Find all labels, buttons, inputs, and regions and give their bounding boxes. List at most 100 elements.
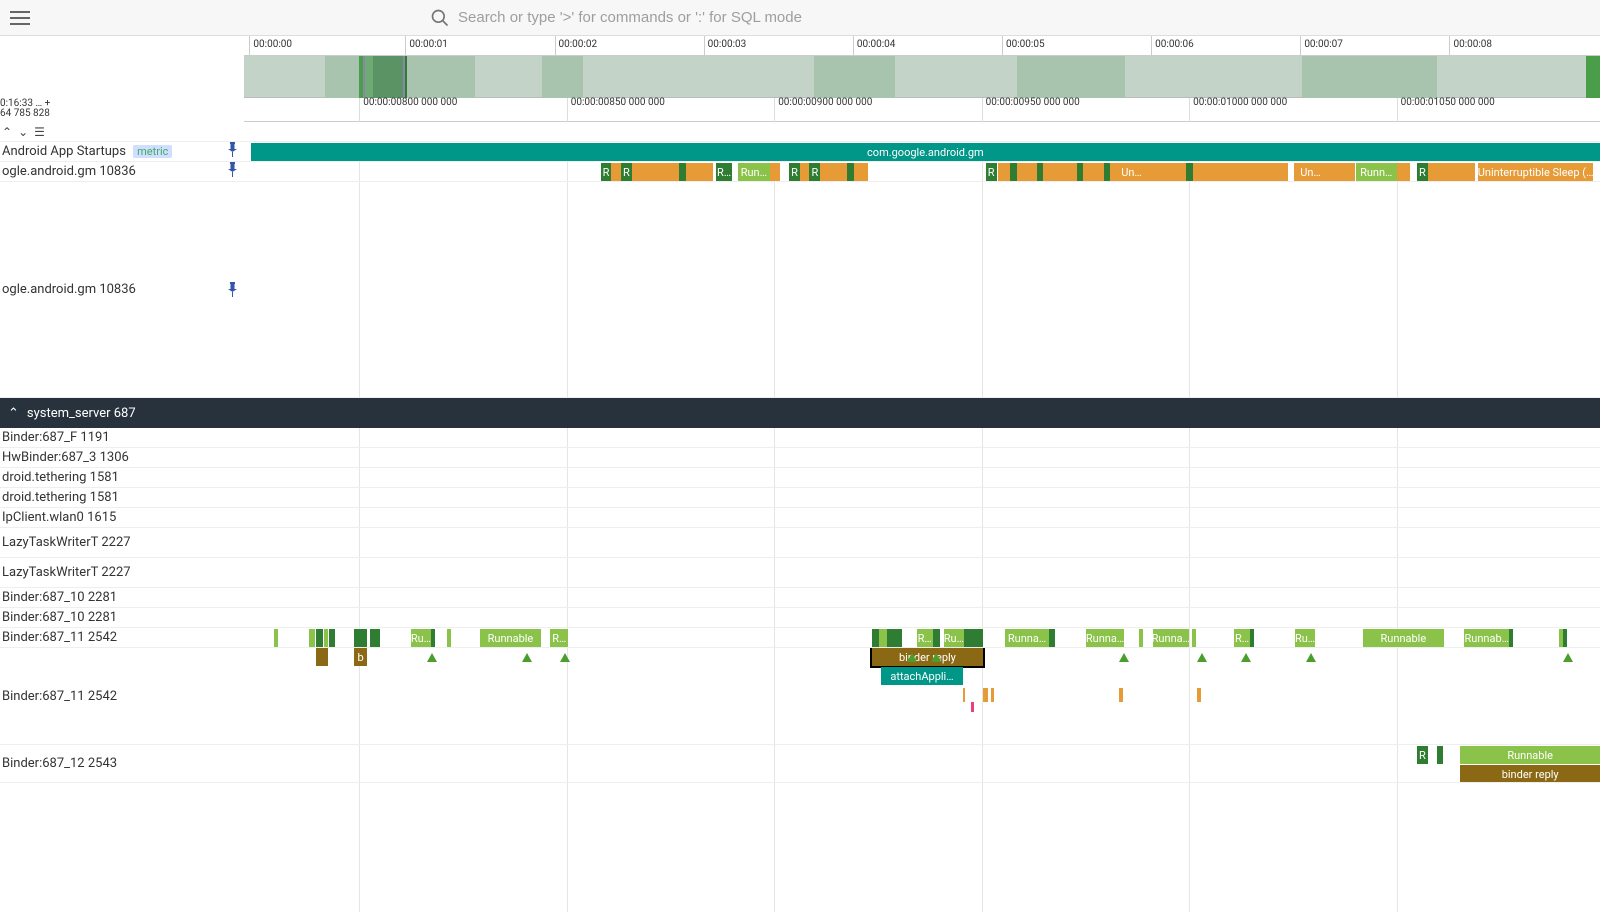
trace-slice[interactable]: binder reply bbox=[1460, 765, 1600, 782]
thread-label[interactable]: Binder:687_F 1191 bbox=[0, 428, 244, 447]
sched-slice[interactable] bbox=[872, 629, 879, 647]
trace-slice[interactable]: binder reply bbox=[872, 648, 983, 666]
sched-slice[interactable]: R bbox=[621, 163, 632, 181]
sched-slice[interactable] bbox=[1010, 163, 1017, 181]
thread-canvas[interactable] bbox=[244, 488, 1600, 507]
sched-slice[interactable]: Runnab… bbox=[1464, 629, 1509, 647]
thread-label[interactable]: IpClient.wlan0 1615 bbox=[0, 508, 244, 527]
sched-slice[interactable] bbox=[329, 629, 334, 647]
sched-slice[interactable] bbox=[998, 163, 1010, 181]
sched-slice[interactable] bbox=[1049, 629, 1054, 647]
collapse-icon[interactable]: ⌃ bbox=[2, 125, 12, 139]
sched-slice[interactable]: R bbox=[601, 163, 612, 181]
thread-canvas[interactable] bbox=[244, 508, 1600, 527]
sched-slice[interactable] bbox=[933, 629, 940, 647]
trace-slice[interactable]: attachAppli… bbox=[881, 667, 962, 685]
trace-slice[interactable] bbox=[316, 648, 328, 666]
sched-slice[interactable] bbox=[887, 629, 902, 647]
sched-slice[interactable]: Runnable bbox=[1460, 746, 1600, 764]
sched-slice[interactable]: R… bbox=[917, 629, 933, 647]
sched-slice[interactable]: Uninterruptible Sleep (… bbox=[1478, 163, 1593, 181]
sched-slice[interactable] bbox=[964, 629, 983, 647]
pin-icon[interactable] bbox=[227, 282, 238, 301]
sched-slice[interactable]: Un… bbox=[1294, 163, 1328, 181]
thread-canvas[interactable]: Ru… Runnable R… R… Ru… Runna… Runna… Runna… R… Ru… bbox=[244, 628, 1600, 647]
sched-slice[interactable] bbox=[1017, 163, 1037, 181]
sched-slice[interactable]: R bbox=[789, 163, 800, 181]
sched-slice[interactable] bbox=[1104, 163, 1111, 181]
sched-slice[interactable] bbox=[854, 163, 868, 181]
sched-slice[interactable] bbox=[686, 163, 713, 181]
trace-overview[interactable] bbox=[244, 56, 1600, 98]
sched-slice[interactable] bbox=[800, 163, 809, 181]
sched-slice[interactable]: Un… bbox=[1115, 163, 1149, 181]
sched-slice[interactable] bbox=[354, 629, 368, 647]
sched-slice[interactable] bbox=[770, 163, 779, 181]
sched-slice[interactable] bbox=[847, 163, 854, 181]
thread-canvas[interactable] bbox=[244, 468, 1600, 487]
sched-slice[interactable]: R bbox=[1417, 163, 1428, 181]
sched-slice[interactable] bbox=[1186, 163, 1193, 181]
thread-label[interactable]: droid.tethering 1581 bbox=[0, 468, 244, 487]
thread-label[interactable]: HwBinder:687_3 1306 bbox=[0, 448, 244, 467]
sched-slice[interactable] bbox=[309, 629, 314, 647]
pin-icon[interactable] bbox=[227, 142, 238, 161]
group-header-system-server[interactable]: ⌃ system_server 687 bbox=[0, 398, 1600, 428]
sched-slice[interactable] bbox=[1250, 629, 1254, 647]
sched-slice[interactable] bbox=[611, 163, 620, 181]
sched-slice[interactable]: R… bbox=[1234, 629, 1250, 647]
sched-slice[interactable]: Runn… bbox=[1356, 163, 1397, 181]
sched-slice[interactable] bbox=[447, 629, 451, 647]
sched-slice[interactable]: Runnable bbox=[480, 629, 541, 647]
sched-slice[interactable]: Ru… bbox=[411, 629, 431, 647]
sched-slice[interactable]: Runna… bbox=[1005, 629, 1050, 647]
sched-slice[interactable]: R bbox=[809, 163, 820, 181]
track-label-gm2[interactable]: ogle.android.gm 10836 bbox=[0, 182, 244, 303]
sched-slice[interactable]: R… bbox=[550, 629, 568, 647]
sched-slice[interactable] bbox=[316, 629, 323, 647]
list-icon[interactable]: ☰ bbox=[34, 125, 45, 139]
thread-canvas[interactable] bbox=[244, 528, 1600, 557]
sched-slice[interactable]: R bbox=[986, 163, 997, 181]
sched-slice[interactable]: R… bbox=[716, 163, 732, 181]
thread-label[interactable]: Binder:687_11 2542 bbox=[0, 628, 244, 647]
track-label-gm1[interactable]: ogle.android.gm 10836 bbox=[0, 162, 244, 181]
sched-slice[interactable] bbox=[1148, 163, 1186, 181]
sched-slice[interactable]: Ru… bbox=[1295, 629, 1315, 647]
sched-slice[interactable] bbox=[370, 629, 379, 647]
sched-slice[interactable] bbox=[1192, 629, 1196, 647]
thread-label[interactable]: Binder:687_10 2281 bbox=[0, 608, 244, 627]
sched-slice[interactable] bbox=[1077, 163, 1084, 181]
time-ruler-minor[interactable]: 00:00:00800 000 00000:00:00850 000 00000… bbox=[244, 98, 1600, 122]
trace-slice[interactable]: b bbox=[354, 648, 368, 666]
track-label-startups[interactable]: Android App Startups metric bbox=[0, 142, 244, 161]
sched-slice[interactable] bbox=[679, 163, 686, 181]
sched-slice[interactable]: Ru… bbox=[944, 629, 964, 647]
sched-slice[interactable] bbox=[632, 163, 679, 181]
thread-canvas[interactable] bbox=[244, 558, 1600, 587]
sched-slice[interactable] bbox=[1428, 163, 1475, 181]
menu-button[interactable] bbox=[0, 0, 40, 36]
sched-slice[interactable]: Run… bbox=[738, 163, 771, 181]
sched-slice[interactable] bbox=[1397, 163, 1411, 181]
sched-slice[interactable]: Runna… bbox=[1153, 629, 1190, 647]
thread-label[interactable]: Binder:687_11 2542 bbox=[0, 648, 244, 744]
thread-canvas[interactable]: RRunnablebinder reply bbox=[244, 745, 1600, 782]
search-box[interactable] bbox=[430, 3, 1050, 33]
sched-slice[interactable]: Runna… bbox=[1086, 629, 1124, 647]
sched-slice[interactable] bbox=[1509, 629, 1513, 647]
sched-slice[interactable]: Runnable bbox=[1363, 629, 1444, 647]
thread-canvas[interactable] bbox=[244, 608, 1600, 627]
time-ruler-major[interactable]: 00:00:0000:00:0100:00:0200:00:0300:00:04… bbox=[244, 36, 1600, 56]
sched-slice[interactable] bbox=[1327, 163, 1354, 181]
sched-slice[interactable] bbox=[820, 163, 847, 181]
thread-label[interactable]: Binder:687_10 2281 bbox=[0, 588, 244, 607]
sched-slice[interactable] bbox=[274, 629, 278, 647]
thread-canvas[interactable]: b binder replyattachAppli… bbox=[244, 648, 1600, 744]
pin-icon[interactable] bbox=[227, 162, 238, 181]
sched-slice[interactable] bbox=[431, 629, 435, 647]
search-input[interactable] bbox=[458, 9, 1018, 26]
sched-slice[interactable] bbox=[1139, 629, 1143, 647]
sched-slice[interactable] bbox=[1193, 163, 1288, 181]
thread-label[interactable]: LazyTaskWriterT 2227 bbox=[0, 528, 244, 557]
